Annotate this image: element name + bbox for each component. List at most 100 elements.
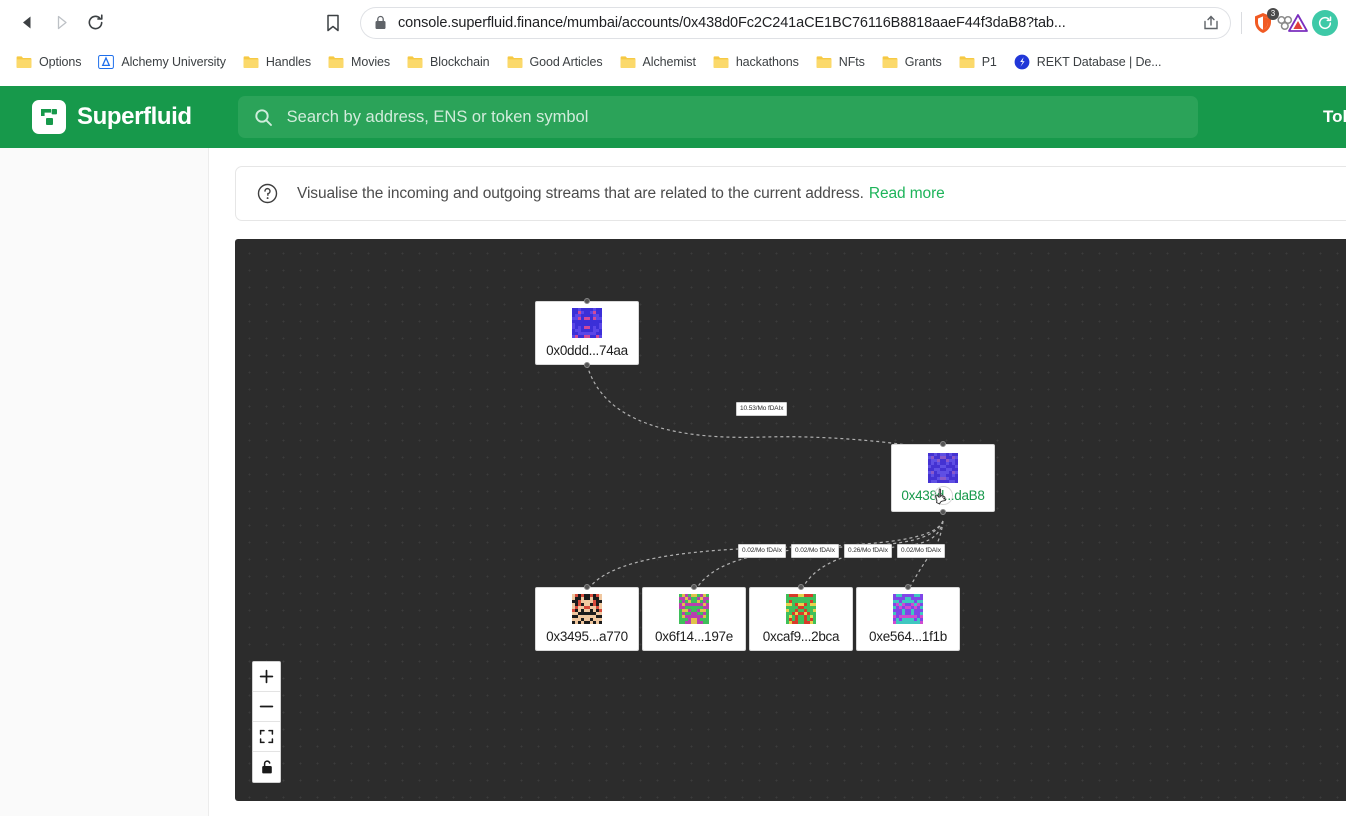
extensions-puzzle-icon[interactable] — [1270, 8, 1300, 38]
share-icon[interactable] — [1202, 14, 1220, 32]
bookmarks-bar: Options Alchemy University Handles Movies Bl… — [0, 45, 1346, 78]
banner-text: Visualise the incoming and outgoing stre… — [297, 185, 945, 203]
address-bar[interactable]: console.superfluid.finance/mumbai/accoun… — [361, 7, 1230, 38]
browser-toolbar: console.superfluid.finance/mumbai/accoun… — [0, 0, 1346, 45]
app-header: Superfluid Tok — [0, 86, 1346, 148]
browser-chrome: console.superfluid.finance/mumbai/accoun… — [0, 0, 1346, 78]
bookmark-item[interactable]: Good Articles — [499, 49, 611, 75]
question-circle-icon — [257, 183, 278, 204]
folder-icon — [243, 55, 259, 69]
superfluid-logo-icon — [32, 100, 66, 134]
graph-node-sender[interactable]: 0x0ddd...74aa — [535, 298, 639, 368]
graph-node-receiver-1[interactable]: 0x3495...a770 — [535, 584, 639, 651]
bookmark-label: NFts — [838, 54, 865, 69]
node-handle-top[interactable] — [798, 584, 804, 590]
search-icon — [254, 108, 273, 127]
bookmark-item[interactable]: hackathons — [705, 49, 807, 75]
graph-node-receiver-2[interactable]: 0x6f14...197e — [642, 584, 746, 651]
identicon-avatar — [572, 594, 602, 624]
node-address-label: 0x0ddd...74aa — [546, 343, 628, 358]
bookmark-label: P1 — [981, 54, 997, 69]
node-address-label: 0x6f14...197e — [655, 629, 733, 644]
bookmark-item[interactable]: Options — [8, 49, 89, 75]
brand-wordmark: Superfluid — [77, 103, 192, 130]
toolbar-divider — [1241, 11, 1242, 34]
folder-icon — [882, 55, 898, 69]
page-body: Visualise the incoming and outgoing stre… — [0, 148, 1346, 816]
bookmark-item[interactable]: NFts — [808, 49, 873, 75]
bookmark-label: Alchemist — [642, 54, 696, 69]
edge-label-center-r1: 0.02/Mo fDAIx — [738, 544, 786, 558]
graph-node-receiver-4[interactable]: 0xe564...1f1b — [856, 584, 960, 651]
bookmark-item[interactable]: REKT Database | De... — [1006, 49, 1170, 75]
node-address-label: 0xe564...1f1b — [869, 629, 947, 644]
folder-icon — [959, 55, 975, 69]
forward-button[interactable] — [44, 6, 78, 40]
graph-edges-layer — [586, 364, 944, 592]
search-input[interactable] — [286, 107, 1182, 127]
folder-icon — [620, 55, 636, 69]
node-handle-top[interactable] — [584, 298, 590, 304]
bookmark-item[interactable]: Alchemist — [612, 49, 704, 75]
graph-zoom-controls — [252, 661, 281, 783]
bookmark-item[interactable]: Handles — [235, 49, 319, 75]
bookmark-item[interactable]: Movies — [320, 49, 398, 75]
node-handle-bottom[interactable] — [584, 362, 590, 368]
bookmark-label: Blockchain — [430, 54, 490, 69]
nav-tokens-link[interactable]: Tok — [1305, 107, 1346, 127]
bookmark-item[interactable]: P1 — [951, 49, 1005, 75]
bookmark-item[interactable]: Blockchain — [399, 49, 497, 75]
bookmark-label: Good Articles — [529, 54, 603, 69]
left-sidebar — [0, 148, 209, 816]
identicon-avatar — [572, 308, 602, 338]
bookmark-item[interactable]: Alchemy University — [90, 49, 233, 75]
zoom-out-button[interactable] — [253, 692, 280, 722]
search-bar[interactable] — [237, 96, 1198, 138]
folder-icon — [16, 55, 32, 69]
brand-logo[interactable]: Superfluid — [32, 100, 192, 134]
bookmark-label: Movies — [351, 54, 391, 69]
graph-node-receiver-3[interactable]: 0xcaf9...2bca — [749, 584, 853, 651]
lock-toggle-button[interactable] — [253, 752, 280, 782]
node-handle-top[interactable] — [691, 584, 697, 590]
bookmark-label: Alchemy University — [121, 54, 226, 69]
profile-avatar[interactable] — [1312, 9, 1338, 36]
folder-icon — [507, 55, 523, 69]
toolbar-right-cluster — [1270, 0, 1338, 45]
back-button[interactable] — [10, 6, 44, 40]
bookmark-star-icon[interactable] — [318, 8, 348, 38]
streams-graph-canvas[interactable]: 0x0ddd...74aa 0x438d...daB8 0x3495...a77… — [235, 239, 1346, 801]
bookmark-label: Grants — [904, 54, 942, 69]
info-banner: Visualise the incoming and outgoing stre… — [235, 166, 1346, 221]
bookmark-label: Options — [39, 54, 82, 69]
folder-icon — [407, 55, 423, 69]
node-handle-top[interactable] — [905, 584, 911, 590]
rekt-favicon — [1014, 54, 1030, 70]
lock-icon — [374, 15, 387, 30]
identicon-avatar — [679, 594, 709, 624]
reload-button[interactable] — [78, 6, 112, 40]
node-handle-bottom[interactable] — [940, 509, 946, 515]
zoom-in-button[interactable] — [253, 662, 280, 692]
folder-icon — [816, 55, 832, 69]
node-handle-top[interactable] — [940, 441, 946, 447]
bookmark-item[interactable]: Grants — [874, 49, 950, 75]
header-nav-right: Tok — [1305, 86, 1346, 148]
fit-view-button[interactable] — [253, 722, 280, 752]
node-hover-ring — [934, 486, 953, 505]
identicon-avatar — [786, 594, 816, 624]
identicon-avatar — [893, 594, 923, 624]
main-content: Visualise the incoming and outgoing stre… — [209, 148, 1346, 816]
browser-window: console.superfluid.finance/mumbai/accoun… — [0, 0, 1346, 816]
node-address-label: 0xcaf9...2bca — [762, 629, 840, 644]
node-handle-top[interactable] — [584, 584, 590, 590]
edge-label-center-r3: 0.26/Mo fDAIx — [844, 544, 892, 558]
read-more-link[interactable]: Read more — [869, 185, 945, 202]
banner-message: Visualise the incoming and outgoing stre… — [297, 184, 864, 202]
bookmark-label: Handles — [265, 54, 312, 69]
bookmark-label: hackathons — [735, 54, 799, 69]
identicon-avatar — [928, 453, 958, 483]
url-text: console.superfluid.finance/mumbai/accoun… — [398, 14, 1066, 31]
edge-label-center-r2: 0.02/Mo fDAIx — [791, 544, 839, 558]
edge-label-sender-center: 10.53/Mo fDAIx — [736, 402, 788, 416]
